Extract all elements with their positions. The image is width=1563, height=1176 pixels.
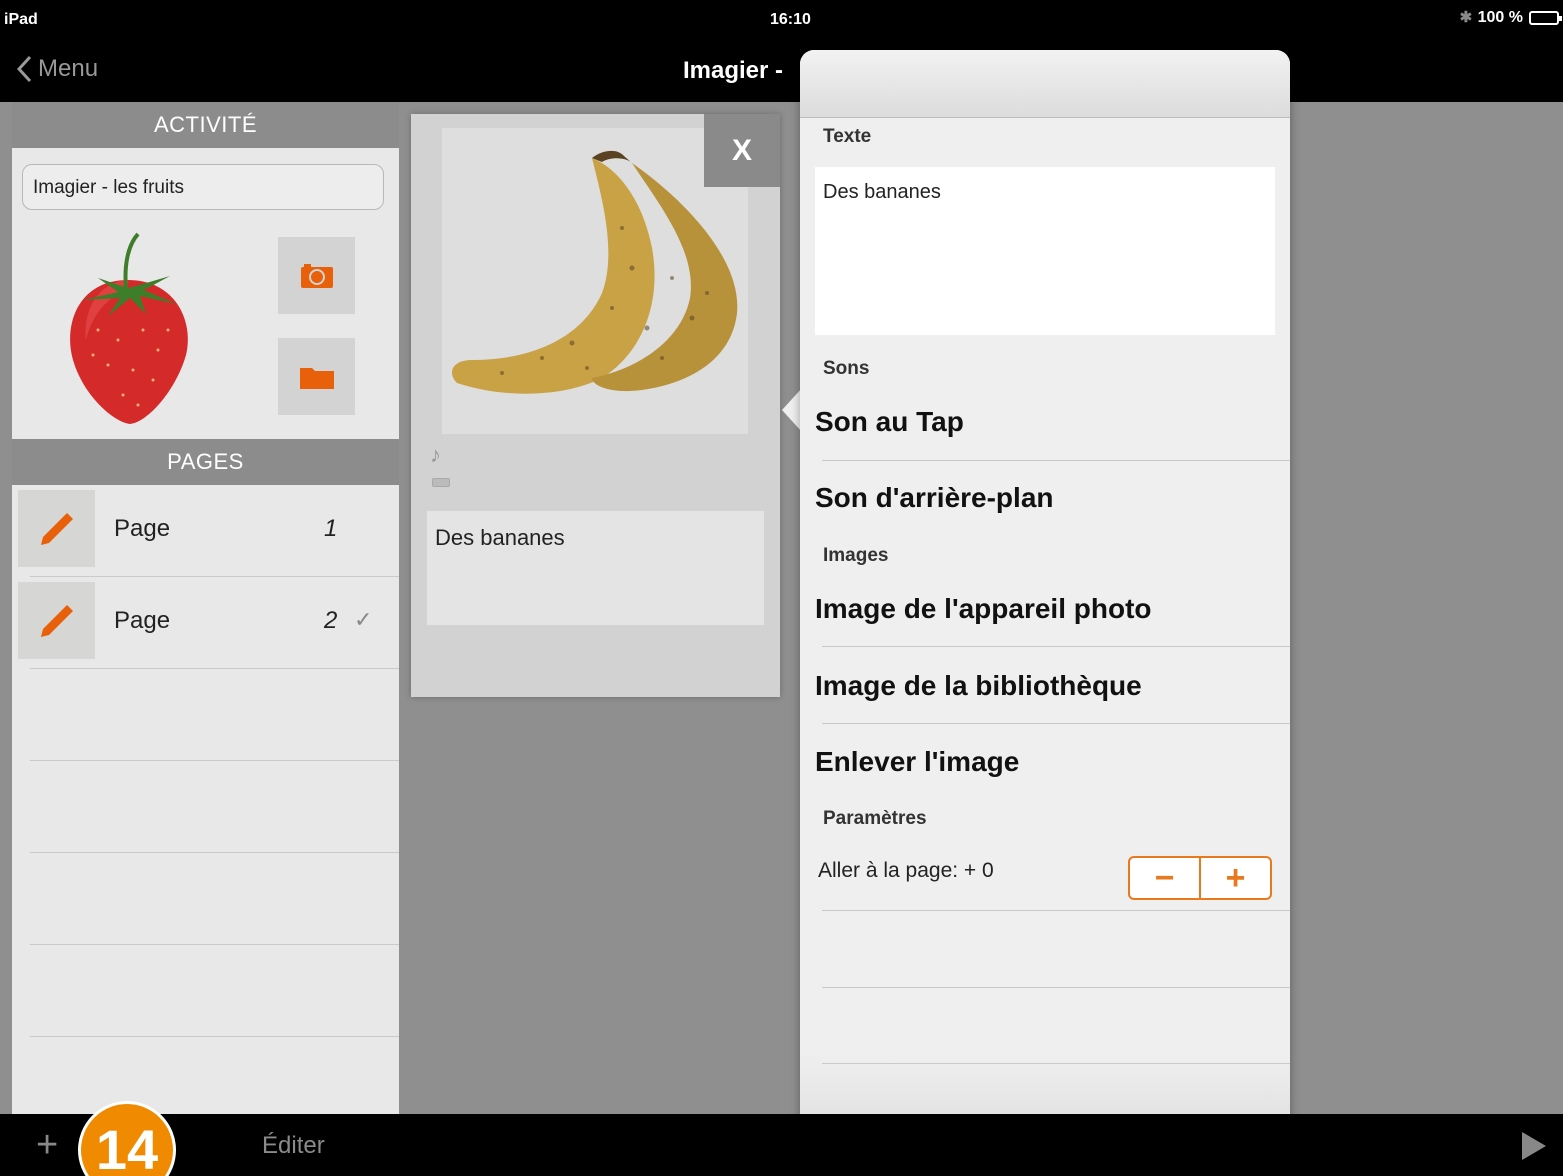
section-title-sons: Sons bbox=[823, 358, 870, 379]
card-caption[interactable]: Des bananes bbox=[427, 511, 764, 625]
row-divider bbox=[30, 852, 399, 853]
battery-icon bbox=[1529, 11, 1562, 25]
music-note-icon: ♪ bbox=[430, 442, 441, 467]
checkmark-icon: ✓ bbox=[354, 607, 373, 632]
activity-header: ACTIVITÉ bbox=[12, 102, 399, 148]
separator bbox=[822, 987, 1290, 988]
edit-page-button[interactable] bbox=[18, 582, 95, 659]
pencil-icon bbox=[40, 512, 73, 545]
son-arriere-plan-item[interactable]: Son d'arrière-plan bbox=[815, 482, 1054, 514]
add-page-button[interactable]: + bbox=[36, 1124, 58, 1167]
page-card: X ♪ Des bananes bbox=[411, 114, 780, 697]
separator bbox=[822, 646, 1290, 647]
edit-page-button[interactable] bbox=[18, 490, 95, 567]
bottom-toolbar: + Éditer bbox=[0, 1114, 1563, 1176]
edit-popover: Texte Des bananes Sons Son au Tap Son d'… bbox=[800, 50, 1290, 1164]
enlever-image-item[interactable]: Enlever l'image bbox=[815, 746, 1019, 778]
separator bbox=[822, 460, 1290, 461]
pencil-icon bbox=[40, 604, 73, 637]
page-label: Page bbox=[114, 515, 171, 542]
section-title-images: Images bbox=[823, 545, 889, 566]
battery-percent: 100 % bbox=[1477, 9, 1523, 26]
row-divider bbox=[30, 944, 399, 945]
popover-arrow bbox=[782, 388, 802, 432]
strawberry-image bbox=[70, 232, 188, 424]
page-number: 2 bbox=[324, 607, 338, 634]
navigation-bar: Menu Imagier - bbox=[0, 40, 1563, 102]
card-image[interactable] bbox=[442, 128, 748, 434]
status-bar: iPad 16:10 ✱ 100 % bbox=[0, 0, 1563, 40]
chevron-left-icon bbox=[16, 55, 32, 83]
play-icon[interactable] bbox=[1522, 1132, 1546, 1160]
left-panel: ACTIVITÉ Imagier - les fruits PAGES Page… bbox=[12, 102, 399, 1114]
son-au-tap-item[interactable]: Son au Tap bbox=[815, 406, 964, 438]
page-title: Imagier - bbox=[683, 57, 784, 84]
page-row[interactable]: Page 1 bbox=[12, 485, 399, 577]
separator bbox=[822, 723, 1290, 724]
camera-button[interactable] bbox=[278, 237, 355, 314]
banana-image bbox=[452, 150, 738, 394]
activity-name-field[interactable]: Imagier - les fruits bbox=[22, 164, 384, 210]
page-label: Page bbox=[114, 607, 171, 634]
back-button[interactable]: Menu bbox=[16, 55, 98, 83]
text-input-area[interactable]: Des bananes bbox=[815, 167, 1275, 335]
aller-page-label: Aller à la page: + 0 bbox=[818, 859, 994, 882]
row-divider bbox=[30, 1036, 399, 1037]
pages-header: PAGES bbox=[12, 439, 399, 485]
folder-icon bbox=[299, 367, 334, 389]
page-number: 1 bbox=[324, 515, 338, 542]
image-appareil-photo-item[interactable]: Image de l'appareil photo bbox=[815, 593, 1152, 625]
bluetooth-icon: ✱ bbox=[1459, 9, 1473, 26]
folder-button[interactable] bbox=[278, 338, 355, 415]
device-label: iPad bbox=[4, 11, 38, 28]
row-divider bbox=[30, 668, 399, 669]
page-row[interactable]: Page 2 ✓ bbox=[12, 577, 399, 669]
page-offset-stepper[interactable]: − + bbox=[1128, 856, 1272, 900]
clock: 16:10 bbox=[770, 11, 811, 28]
status-right: ✱ 100 % bbox=[1459, 9, 1562, 27]
row-divider bbox=[30, 760, 399, 761]
increment-button[interactable]: + bbox=[1199, 858, 1270, 898]
voicemail-icon bbox=[432, 478, 450, 487]
camera-icon bbox=[300, 263, 333, 288]
section-title-parametres: Paramètres bbox=[823, 808, 927, 829]
back-label: Menu bbox=[38, 55, 99, 82]
edit-button[interactable]: Éditer bbox=[262, 1132, 325, 1160]
decrement-button[interactable]: − bbox=[1130, 858, 1199, 898]
popover-header bbox=[800, 50, 1290, 118]
separator bbox=[822, 910, 1290, 911]
section-title-texte: Texte bbox=[823, 126, 872, 147]
image-bibliotheque-item[interactable]: Image de la bibliothèque bbox=[815, 670, 1142, 702]
close-card-button[interactable]: X bbox=[704, 114, 780, 187]
